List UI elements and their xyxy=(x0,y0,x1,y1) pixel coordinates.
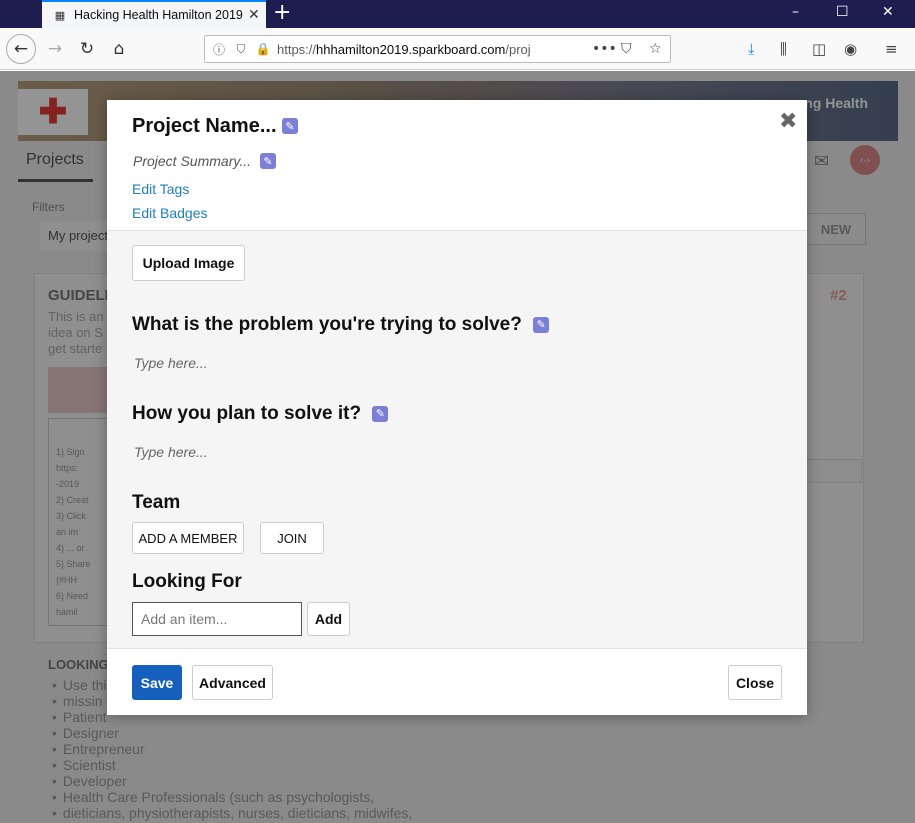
browser-nav-bar: ← → ↻ ⌂ ⓘ ⛉ 🔒 https://hhhamilton2019.spa… xyxy=(0,28,915,70)
minimize-button[interactable]: – xyxy=(792,4,799,20)
problem-question: What is the problem you're trying to sol… xyxy=(132,314,550,336)
edit-tags-link[interactable]: Edit Tags xyxy=(132,181,189,197)
tab-title: Hacking Health Hamilton 2019 xyxy=(74,8,243,22)
url-text[interactable]: https://hhhamilton2019.sparkboard.com/pr… xyxy=(277,42,577,57)
edit-pencil-icon[interactable]: ✎ xyxy=(533,316,550,333)
new-tab-button[interactable]: + xyxy=(273,2,291,24)
tab-close-icon[interactable]: ✕ xyxy=(248,7,260,23)
lock-icon[interactable]: 🔒 xyxy=(255,41,271,57)
looking-for-heading: Looking For xyxy=(132,571,242,592)
advanced-button[interactable]: Advanced xyxy=(192,665,273,700)
join-button[interactable]: JOIN xyxy=(260,522,324,554)
upload-image-button[interactable]: Upload Image xyxy=(132,245,245,281)
pocket-icon[interactable]: ⛉ xyxy=(621,41,632,57)
browser-tab-active[interactable]: ▦ Hacking Health Hamilton 2019 ✕ xyxy=(42,0,266,28)
page-actions-icon[interactable]: ••• xyxy=(592,41,617,57)
add-item-button[interactable]: Add xyxy=(307,602,350,636)
problem-answer-field[interactable]: Type here... xyxy=(134,355,208,371)
url-bar[interactable]: ⓘ ⛉ 🔒 https://hhhamilton2019.sparkboard.… xyxy=(204,35,671,63)
edit-pencil-icon[interactable]: ✎ xyxy=(372,405,389,422)
browser-tab-bar: ▦ Hacking Health Hamilton 2019 ✕ + – ☐ ✕ xyxy=(0,0,915,28)
edit-badges-link[interactable]: Edit Badges xyxy=(132,205,208,221)
close-button[interactable]: Close xyxy=(728,665,782,700)
reload-icon[interactable]: ↻ xyxy=(72,34,102,64)
team-heading: Team xyxy=(132,492,181,513)
download-icon[interactable]: ⤓ xyxy=(748,40,755,58)
solution-question: How you plan to solve it? ✎ xyxy=(132,403,389,425)
modal-footer: Save Advanced Close xyxy=(107,648,807,715)
shield-icon[interactable]: ⛉ xyxy=(233,41,249,57)
sidebar-icon[interactable]: ◫ xyxy=(812,40,826,58)
modal-header: Project Name... ✎ Project Summary... ✎ E… xyxy=(107,100,807,231)
project-summary[interactable]: Project Summary... xyxy=(133,153,251,169)
looking-for-input[interactable] xyxy=(132,602,302,636)
tab-strip-left xyxy=(0,0,42,28)
project-edit-modal: Project Name... ✎ Project Summary... ✎ E… xyxy=(107,100,807,715)
edit-pencil-icon[interactable]: ✎ xyxy=(260,153,276,169)
edit-pencil-icon[interactable]: ✎ xyxy=(282,118,298,134)
grid-icon: ▦ xyxy=(54,8,66,22)
solution-answer-field[interactable]: Type here... xyxy=(134,444,208,460)
bookmark-star-icon[interactable]: ☆ xyxy=(649,41,662,57)
save-button[interactable]: Save xyxy=(132,665,182,700)
project-name-title[interactable]: Project Name... ✎ xyxy=(132,115,298,138)
account-icon[interactable]: ◉ xyxy=(844,40,857,58)
maximize-button[interactable]: ☐ xyxy=(836,4,849,20)
close-icon[interactable]: ✖ xyxy=(779,109,797,134)
home-icon[interactable]: ⌂ xyxy=(104,34,134,64)
forward-arrow-icon[interactable]: → xyxy=(40,34,70,64)
window-close-button[interactable]: ✕ xyxy=(882,4,894,20)
info-icon[interactable]: ⓘ xyxy=(211,41,227,57)
add-member-button[interactable]: ADD A MEMBER xyxy=(132,522,244,554)
library-icon[interactable]: ⫼ xyxy=(780,40,787,58)
menu-icon[interactable]: ≡ xyxy=(885,40,898,58)
back-arrow-icon[interactable]: ← xyxy=(6,34,36,64)
